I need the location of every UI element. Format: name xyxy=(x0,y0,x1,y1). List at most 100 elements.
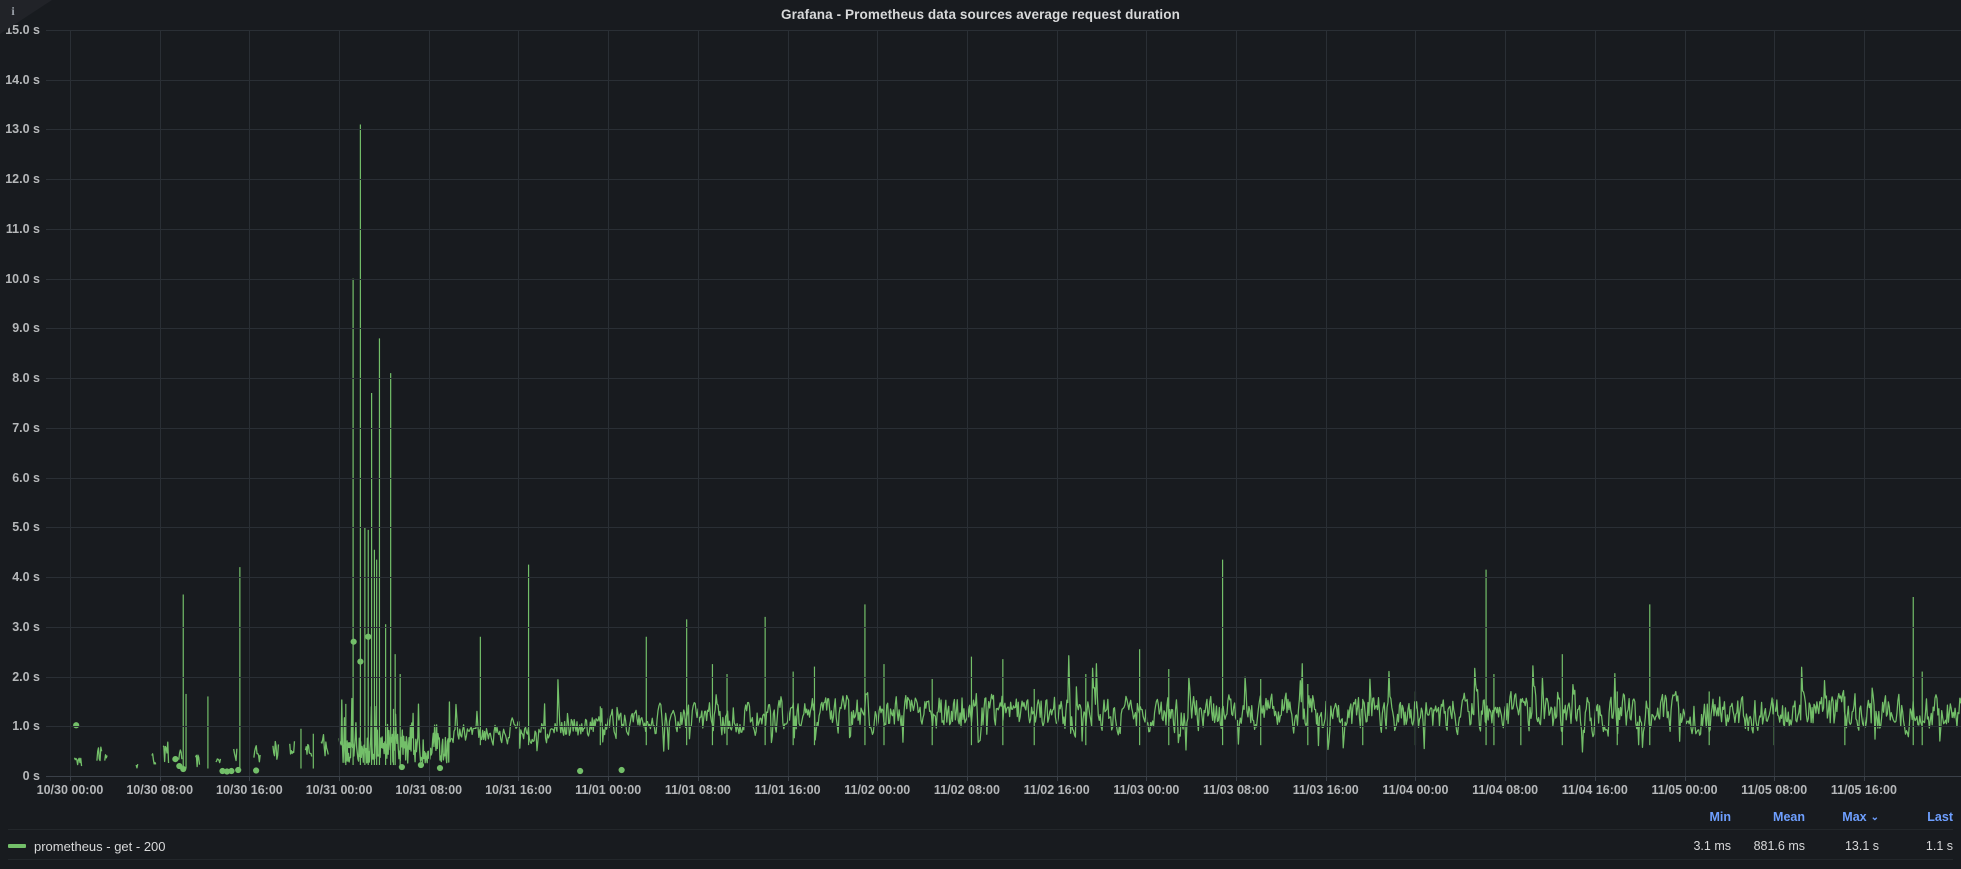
series-data-point xyxy=(618,766,625,774)
legend-stat-header-min[interactable]: Min xyxy=(1657,810,1731,824)
legend-series-label[interactable]: prometheus - get - 200 xyxy=(34,839,166,854)
vertical-gridline xyxy=(1415,30,1416,776)
x-axis-tick-label: 10/30 08:00 xyxy=(126,783,194,797)
horizontal-gridline xyxy=(46,179,1961,180)
x-axis-tick-mark xyxy=(70,776,71,781)
vertical-gridline xyxy=(1595,30,1596,776)
legend-bottom-rule xyxy=(8,859,1953,860)
x-axis-tick-label: 11/05 16:00 xyxy=(1830,783,1897,797)
x-axis-tick-mark xyxy=(518,776,519,781)
horizontal-gridline xyxy=(46,80,1961,81)
y-axis-tick-label: 14.0 s xyxy=(5,72,40,87)
vertical-gridline xyxy=(1326,30,1327,776)
series-line-segment xyxy=(151,753,157,765)
x-axis-tick-label: 11/02 16:00 xyxy=(1023,783,1090,797)
vertical-gridline xyxy=(160,30,161,776)
vertical-gridline xyxy=(1146,30,1147,776)
series-data-point xyxy=(253,767,260,774)
vertical-gridline xyxy=(339,30,340,776)
vertical-gridline xyxy=(1864,30,1865,776)
x-axis-tick-label: 11/03 16:00 xyxy=(1292,783,1359,797)
x-axis-tick-mark xyxy=(1774,776,1775,781)
x-axis-tick-mark xyxy=(1146,776,1147,781)
series-canvas xyxy=(73,124,1961,775)
x-axis-tick-mark xyxy=(788,776,789,781)
vertical-gridline xyxy=(698,30,699,776)
x-axis-tick-mark xyxy=(1864,776,1865,781)
legend-stat-values: 3.1 ms 881.6 ms 13.1 s 1.1 s xyxy=(1657,839,1953,853)
series-line-segment xyxy=(304,743,313,757)
horizontal-gridline xyxy=(46,577,1961,578)
x-axis-tick-mark xyxy=(1505,776,1506,781)
series-line-segment xyxy=(450,655,1961,753)
horizontal-gridline xyxy=(46,30,1961,31)
y-axis-tick-label: 1.0 s xyxy=(12,719,40,734)
vertical-gridline xyxy=(1236,30,1237,776)
series-line-segment xyxy=(73,757,83,767)
series-color-swatch xyxy=(8,844,26,848)
x-axis-tick-mark xyxy=(1326,776,1327,781)
legend-stat-value-min: 3.1 ms xyxy=(1693,839,1731,853)
vertical-gridline xyxy=(1685,30,1686,776)
vertical-gridline xyxy=(967,30,968,776)
series-line-segment xyxy=(215,758,222,764)
legend-stat-header-mean[interactable]: Mean xyxy=(1731,810,1805,824)
x-axis-tick-label: 10/30 16:00 xyxy=(216,783,283,797)
x-axis-tick-mark xyxy=(1415,776,1416,781)
x-axis-tick-label: 11/03 08:00 xyxy=(1203,783,1270,797)
info-icon[interactable]: i xyxy=(6,3,20,19)
page-title: Grafana - Prometheus data sources averag… xyxy=(781,7,1180,22)
legend-stat-header-last[interactable]: Last xyxy=(1879,810,1953,824)
x-axis-tick-label: 11/02 08:00 xyxy=(933,783,1000,797)
x-axis-tick-mark xyxy=(967,776,968,781)
y-axis-tick-label: 10.0 s xyxy=(5,271,40,286)
x-axis: 10/30 00:00 10/30 08:00 10/30 16:00 10/31 0… xyxy=(37,776,1961,804)
legend-stat-value-max: 13.1 s xyxy=(1844,839,1879,853)
y-axis-tick-label: 3.0 s xyxy=(12,619,40,634)
series-line-segment xyxy=(289,741,296,755)
vertical-gridline xyxy=(877,30,878,776)
plot-grid xyxy=(46,30,1961,776)
legend-divider xyxy=(8,829,1953,830)
y-axis-tick-label: 6.0 s xyxy=(12,470,40,485)
x-axis-tick-mark xyxy=(877,776,878,781)
x-axis-tick-label: 11/01 00:00 xyxy=(575,783,642,797)
series-line-segment xyxy=(253,745,261,763)
x-axis-tick-mark xyxy=(608,776,609,781)
y-axis-tick-label: 7.0 s xyxy=(12,420,40,435)
series-data-point xyxy=(436,764,444,772)
x-axis-tick-label: 11/05 00:00 xyxy=(1651,783,1718,797)
x-axis-tick-label: 10/31 16:00 xyxy=(485,783,552,797)
y-axis-tick-label: 8.0 s xyxy=(12,371,40,386)
grafana-panel: i Grafana - Prometheus data sources aver… xyxy=(0,0,1961,869)
series-line-segment xyxy=(162,741,170,764)
y-axis: 0 s 1.0 s 2.0 s 3.0 s 4.0 s 5.0 s 6.0 s 7.0 s 8.… xyxy=(0,23,46,783)
horizontal-gridline xyxy=(46,229,1961,230)
x-axis-tick-label: 11/05 08:00 xyxy=(1741,783,1808,797)
vertical-gridline xyxy=(608,30,609,776)
x-axis-tick-label: 11/02 00:00 xyxy=(844,783,911,797)
y-axis-tick-label: 13.0 s xyxy=(5,122,40,137)
horizontal-gridline xyxy=(46,726,1961,727)
series-line-segment xyxy=(96,746,103,762)
vertical-gridline xyxy=(1774,30,1775,776)
x-axis-tick-label: 10/31 00:00 xyxy=(305,783,373,797)
x-axis-tick-mark xyxy=(1595,776,1596,781)
series-line-segment xyxy=(272,740,280,760)
x-axis-tick-mark xyxy=(1236,776,1237,781)
x-axis-tick-label: 11/04 00:00 xyxy=(1382,783,1449,797)
horizontal-gridline xyxy=(46,428,1961,429)
legend-color-swatch[interactable] xyxy=(0,844,34,848)
legend-row[interactable]: prometheus - get - 200 3.1 ms 881.6 ms 13.… xyxy=(0,834,1953,858)
series-line-segment xyxy=(320,733,329,757)
y-axis-tick-label: 12.0 s xyxy=(5,172,40,187)
vertical-gridline xyxy=(1057,30,1058,776)
y-axis-tick-label: 2.0 s xyxy=(12,669,40,684)
x-axis-tick-label: 11/01 16:00 xyxy=(754,783,821,797)
x-axis-tick-label: 10/31 08:00 xyxy=(395,783,463,797)
legend-stat-header-max[interactable]: Max ⌄ xyxy=(1805,810,1879,824)
vertical-gridline xyxy=(70,30,71,776)
series-line-segment xyxy=(178,749,183,760)
series-line-segment xyxy=(233,748,238,762)
vertical-gridline xyxy=(518,30,519,776)
